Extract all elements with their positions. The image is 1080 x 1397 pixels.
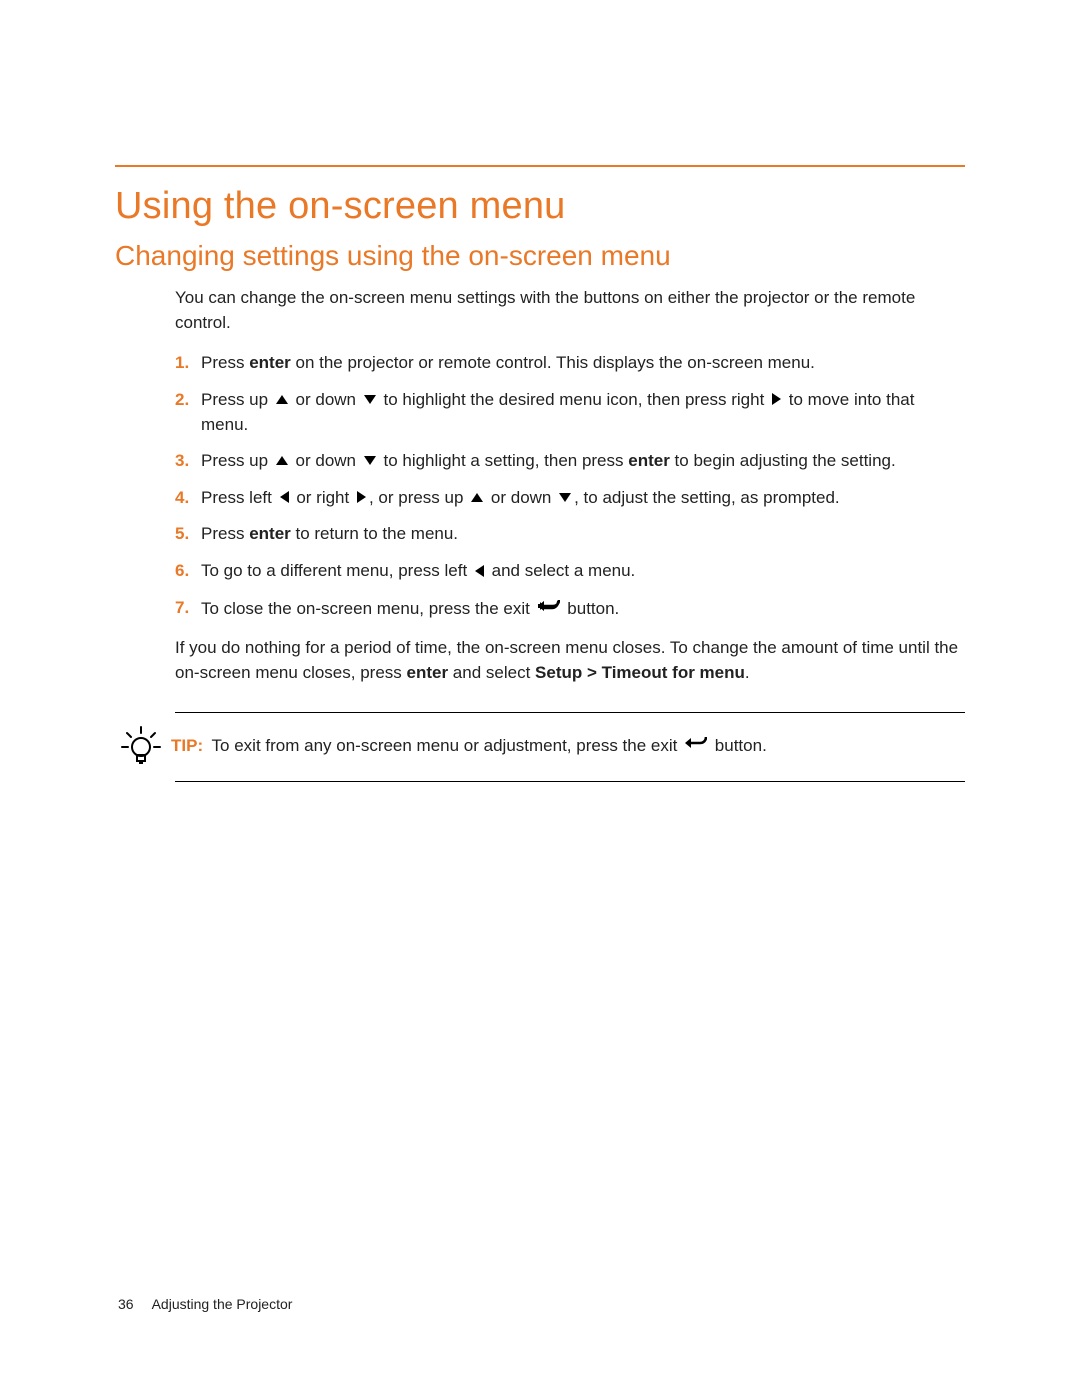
- right-arrow-icon: [357, 491, 366, 503]
- step-3: 3. Press up or down to highlight a setti…: [175, 449, 965, 474]
- up-arrow-icon: [276, 395, 288, 404]
- step-text: , or press up: [369, 488, 468, 507]
- step-number: 5.: [175, 522, 189, 547]
- subsection-heading: Changing settings using the on-screen me…: [115, 240, 965, 272]
- step-text: or down: [291, 390, 361, 409]
- body-text: You can change the on-screen menu settin…: [175, 286, 965, 782]
- step-text: or right: [292, 488, 354, 507]
- page-footer: 36 Adjusting the Projector: [118, 1296, 292, 1312]
- step-text: to highlight a setting, then press: [379, 451, 629, 470]
- lightbulb-icon: [119, 725, 163, 769]
- tip-text: button.: [710, 736, 767, 755]
- step-text: to highlight the desired menu icon, then…: [379, 390, 769, 409]
- step-6: 6. To go to a different menu, press left…: [175, 559, 965, 584]
- bold-enter: enter: [628, 451, 670, 470]
- top-rule: [115, 165, 965, 167]
- step-text: Press up: [201, 390, 273, 409]
- footer-chapter: Adjusting the Projector: [152, 1296, 293, 1312]
- step-number: 2.: [175, 388, 189, 413]
- step-number: 4.: [175, 486, 189, 511]
- step-4: 4. Press left or right , or press up or …: [175, 486, 965, 511]
- step-text: button.: [563, 599, 620, 618]
- step-2: 2. Press up or down to highlight the des…: [175, 388, 965, 437]
- down-arrow-icon: [559, 493, 571, 502]
- section-heading: Using the on-screen menu: [115, 185, 965, 228]
- step-text: Press left: [201, 488, 277, 507]
- up-arrow-icon: [471, 493, 483, 502]
- page-number: 36: [118, 1296, 134, 1312]
- left-arrow-icon: [475, 565, 484, 577]
- page: Using the on-screen menu Changing settin…: [0, 0, 1080, 1397]
- step-5: 5. Press enter to return to the menu.: [175, 522, 965, 547]
- step-text: and select a menu.: [487, 561, 635, 580]
- step-7: 7. To close the on-screen menu, press th…: [175, 596, 965, 623]
- closing-text: .: [745, 663, 750, 682]
- right-arrow-icon: [772, 393, 781, 405]
- step-number: 6.: [175, 559, 189, 584]
- step-text: Press: [201, 524, 249, 543]
- exit-icon: [538, 596, 560, 621]
- step-1: 1. Press enter on the projector or remot…: [175, 351, 965, 376]
- tip-content: TIP: To exit from any on-screen menu or …: [171, 733, 767, 760]
- step-text: To go to a different menu, press left: [201, 561, 472, 580]
- step-number: 1.: [175, 351, 189, 376]
- bold-enter: enter: [249, 353, 291, 372]
- step-number: 7.: [175, 596, 189, 621]
- left-arrow-icon: [280, 491, 289, 503]
- bold-enter: enter: [407, 663, 449, 682]
- intro-paragraph: You can change the on-screen menu settin…: [175, 286, 965, 335]
- step-text: to return to the menu.: [291, 524, 458, 543]
- down-arrow-icon: [364, 456, 376, 465]
- step-text: Press up: [201, 451, 273, 470]
- exit-icon: [685, 733, 707, 758]
- closing-text: and select: [448, 663, 535, 682]
- bold-enter: enter: [249, 524, 291, 543]
- step-number: 3.: [175, 449, 189, 474]
- bold-path: Setup > Timeout for menu: [535, 663, 745, 682]
- closing-paragraph: If you do nothing for a period of time, …: [175, 636, 965, 685]
- steps-list: 1. Press enter on the projector or remot…: [175, 351, 965, 622]
- step-text: on the projector or remote control. This…: [291, 353, 815, 372]
- step-text: Press: [201, 353, 249, 372]
- up-arrow-icon: [276, 456, 288, 465]
- tip-callout: TIP: To exit from any on-screen menu or …: [175, 712, 965, 782]
- step-text: To close the on-screen menu, press the e…: [201, 599, 535, 618]
- tip-label: TIP:: [171, 736, 203, 755]
- down-arrow-icon: [364, 395, 376, 404]
- step-text: or down: [486, 488, 556, 507]
- step-text: , to adjust the setting, as prompted.: [574, 488, 840, 507]
- step-text: to begin adjusting the setting.: [670, 451, 896, 470]
- step-text: or down: [291, 451, 361, 470]
- tip-text: To exit from any on-screen menu or adjus…: [212, 736, 683, 755]
